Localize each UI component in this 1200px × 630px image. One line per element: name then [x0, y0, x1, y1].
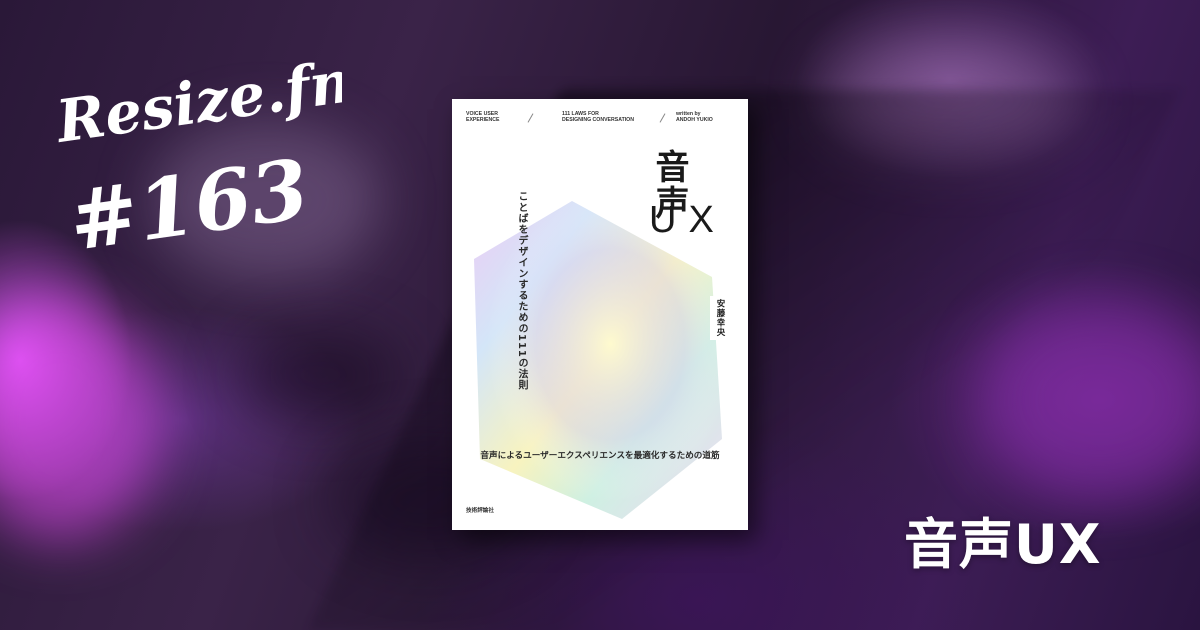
book-header-center: 111 LAWS FOR DESIGNING CONVERSATION: [562, 111, 652, 123]
book-title-en: UX: [649, 199, 726, 241]
book-header-right-line: ANDOH YUKIO: [676, 117, 713, 123]
book-tagline: 音声によるユーザーエクスペリエンスを最適化するための道筋: [480, 451, 720, 461]
author-box: 安藤幸央: [710, 296, 730, 340]
book-publisher: 技術評論社: [466, 508, 494, 514]
logo-episode-text: #163: [63, 141, 314, 269]
background-blob: [0, 300, 160, 540]
resize-fm-logo: Resize.fm #163: [52, 60, 342, 270]
background-blob: [240, 330, 400, 420]
book-header: VOICE USER EXPERIENCE 111 LAWS FOR DESIG…: [466, 111, 734, 123]
episode-title: 音声UX: [904, 513, 1102, 576]
book-header-center-line: DESIGNING CONVERSATION: [562, 117, 634, 123]
book-header-right: written by ANDOH YUKIO: [676, 111, 734, 123]
book-cover: VOICE USER EXPERIENCE 111 LAWS FOR DESIG…: [452, 99, 748, 530]
hexagon-glow: [474, 201, 722, 519]
book-subtitle: ことばをデザインするための111の法則: [516, 191, 527, 391]
book-author: 安藤幸央: [715, 299, 725, 337]
holographic-hexagon: [474, 201, 722, 519]
